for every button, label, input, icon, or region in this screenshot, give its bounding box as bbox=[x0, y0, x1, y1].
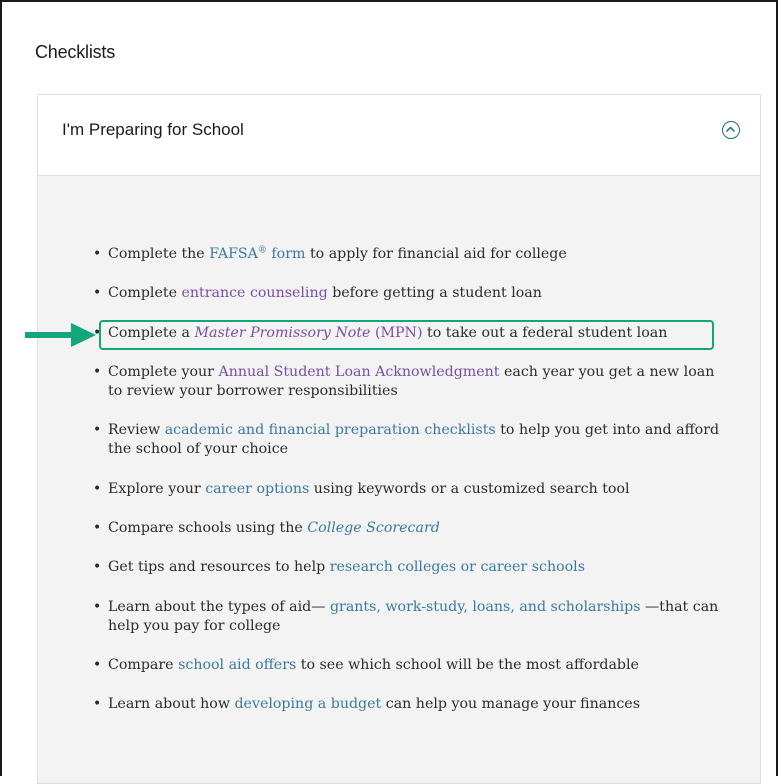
list-item: • Review academic and financial preparati… bbox=[93, 422, 720, 457]
annual-acknowledgment-link[interactable]: Annual Student Loan Acknowledgment bbox=[218, 364, 499, 380]
list-item: • Explore your career options using keywo… bbox=[93, 481, 630, 497]
research-colleges-link[interactable]: research colleges or career schools bbox=[330, 559, 585, 575]
highlight-box bbox=[99, 320, 714, 350]
developing-budget-link[interactable]: developing a budget bbox=[234, 696, 381, 712]
accordion-header[interactable]: I'm Preparing for School bbox=[38, 95, 760, 176]
list-item: • Complete your Annual Student Loan Ackno… bbox=[93, 364, 715, 399]
list-item: • Compare schools using the College Score… bbox=[93, 520, 440, 536]
list-item: • Learn about the types of aid— grants, w… bbox=[93, 599, 719, 634]
list-item: • Compare school aid offers to see which … bbox=[93, 657, 639, 673]
accordion-title: I'm Preparing for School bbox=[62, 120, 244, 139]
arrow-right-icon bbox=[25, 323, 96, 347]
page-heading: Checklists bbox=[35, 42, 116, 62]
list-item: • Learn about how developing a budget can… bbox=[93, 696, 640, 712]
list-item: • Complete the FAFSA® form to apply for f… bbox=[93, 245, 567, 262]
career-options-link[interactable]: career options bbox=[205, 481, 309, 497]
accordion-panel: I'm Preparing for School • Complete the F… bbox=[37, 94, 761, 784]
entrance-counseling-link[interactable]: entrance counseling bbox=[181, 285, 327, 301]
chevron-up-circle-icon[interactable] bbox=[722, 121, 740, 139]
list-item: • Get tips and resources to help research… bbox=[93, 559, 586, 575]
college-scorecard-link[interactable]: College Scorecard bbox=[307, 520, 440, 536]
preparation-checklists-link[interactable]: academic and financial preparation check… bbox=[165, 422, 496, 438]
fafsa-link[interactable]: FAFSA® form bbox=[209, 246, 305, 262]
types-of-aid-link[interactable]: grants, work-study, loans, and scholarsh… bbox=[330, 599, 641, 615]
list-item: • Complete entrance counseling before get… bbox=[93, 285, 542, 301]
school-aid-offers-link[interactable]: school aid offers bbox=[178, 657, 296, 673]
